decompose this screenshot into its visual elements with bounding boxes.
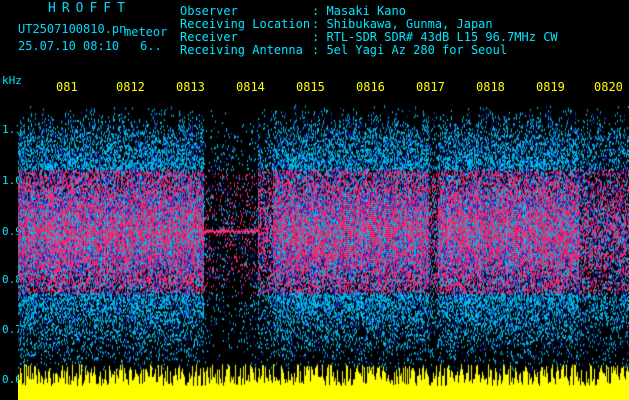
observer-value: : Masaki Kano: [312, 4, 406, 18]
time-tick: 0817: [416, 80, 445, 94]
time-tick: 0820: [594, 80, 623, 94]
receiver-value: : RTL-SDR SDR# 43dB L15 96.7MHz CW: [312, 30, 558, 44]
frequency-unit: kHz: [2, 74, 22, 87]
hrofft-screen: HROFFT UT2507100810.pn meteor 25.07.10 0…: [0, 0, 629, 400]
time-tick: 0816: [356, 80, 385, 94]
file-name: UT2507100810.pn: [18, 22, 127, 36]
datetime: 25.07.10 08:10: [18, 39, 120, 53]
antenna-key: Receiving Antenna: [180, 43, 303, 57]
time-tick: 0814: [236, 80, 265, 94]
time-tick: 0813: [176, 80, 205, 94]
receiver-key: Receiver: [180, 30, 238, 44]
time-tick: 0818: [476, 80, 505, 94]
location-value: : Shibukawa, Gunma, Japan: [312, 17, 493, 31]
detection-label: meteor: [124, 25, 168, 39]
time-tick: 0812: [116, 80, 145, 94]
count-value: 6..: [140, 39, 162, 53]
observer-key: Observer: [180, 4, 238, 18]
spectrogram: [18, 93, 629, 400]
time-tick: 081: [56, 80, 78, 94]
antenna-value: : 5el Yagi Az 280 for Seoul: [312, 43, 508, 57]
app-title: HROFFT: [48, 1, 131, 16]
location-key: Receiving Location: [180, 17, 311, 31]
time-tick: 0819: [536, 80, 565, 94]
time-tick: 0815: [296, 80, 325, 94]
